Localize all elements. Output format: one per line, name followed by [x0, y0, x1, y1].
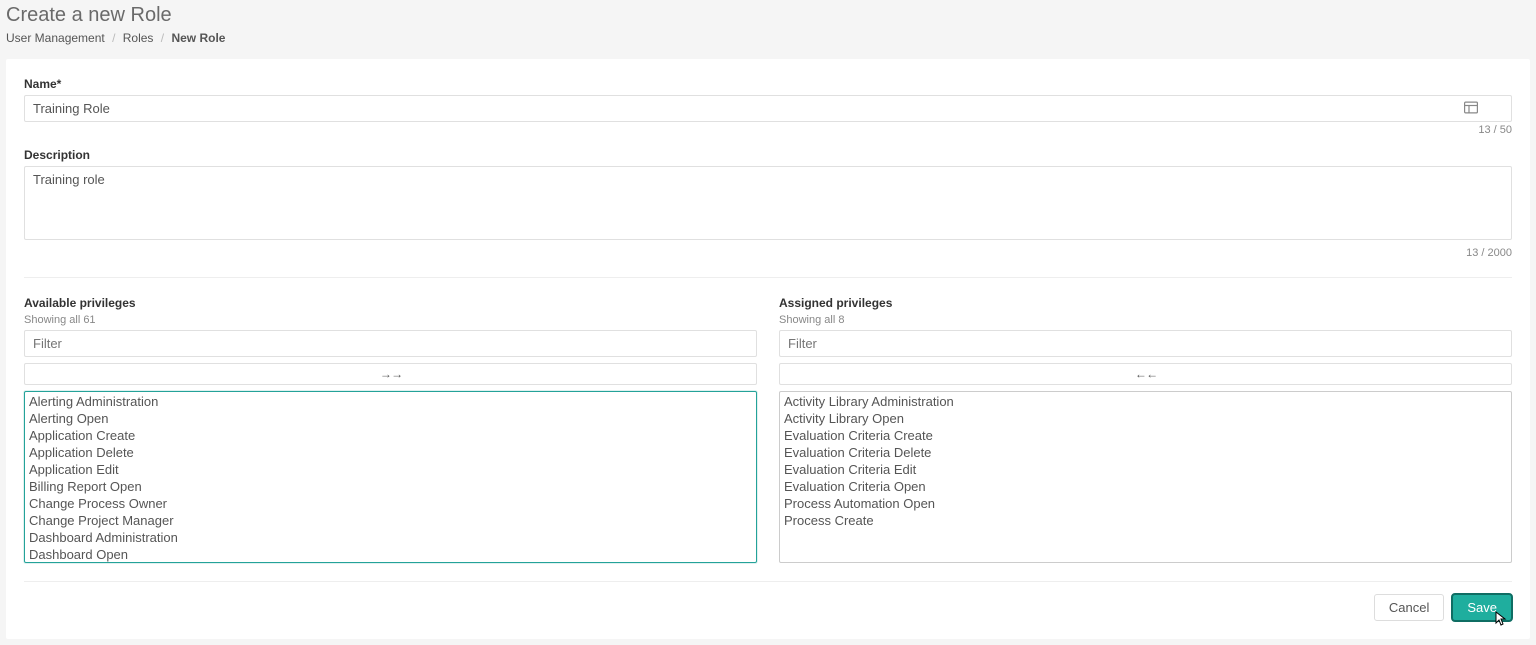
breadcrumb-l2[interactable]: Roles — [123, 31, 154, 45]
available-privileges-panel: Available privileges Showing all 61 → → … — [24, 296, 757, 563]
list-item[interactable]: Activity Library Administration — [782, 393, 1509, 410]
page-title: Create a new Role — [6, 4, 1530, 27]
assigned-listbox[interactable]: Activity Library AdministrationActivity … — [779, 391, 1512, 563]
cancel-button[interactable]: Cancel — [1374, 594, 1444, 621]
breadcrumb-l1[interactable]: User Management — [6, 31, 105, 45]
available-label: Available privileges — [24, 296, 757, 310]
name-input[interactable] — [24, 95, 1512, 122]
divider — [24, 277, 1512, 278]
list-item[interactable]: Evaluation Criteria Edit — [782, 461, 1509, 478]
assigned-showing: Showing all 8 — [779, 314, 1512, 326]
list-item[interactable]: Activity Library Open — [782, 410, 1509, 427]
list-item[interactable]: Process Automation Open — [782, 495, 1509, 512]
list-item[interactable]: Alerting Administration — [27, 393, 754, 410]
available-filter-input[interactable] — [24, 330, 757, 357]
description-counter: 13 / 2000 — [24, 247, 1512, 259]
list-item[interactable]: Billing Report Open — [27, 478, 754, 495]
breadcrumb-sep: / — [112, 31, 115, 45]
list-item[interactable]: Evaluation Criteria Delete — [782, 444, 1509, 461]
available-showing: Showing all 61 — [24, 314, 757, 326]
name-counter: 13 / 50 — [24, 124, 1512, 136]
name-label: Name* — [24, 77, 1512, 91]
list-item[interactable]: Application Delete — [27, 444, 754, 461]
list-item[interactable]: Evaluation Criteria Create — [782, 427, 1509, 444]
list-item[interactable]: Alerting Open — [27, 410, 754, 427]
move-left-button[interactable]: ← ← — [779, 363, 1512, 385]
save-button-label: Save — [1467, 600, 1497, 615]
list-item[interactable]: Process Create — [782, 512, 1509, 529]
description-input[interactable]: Training role — [24, 166, 1512, 240]
list-item[interactable]: Dashboard Administration — [27, 529, 754, 546]
assigned-privileges-panel: Assigned privileges Showing all 8 ← ← Ac… — [779, 296, 1512, 563]
list-item[interactable]: Change Process Owner — [27, 495, 754, 512]
assigned-label: Assigned privileges — [779, 296, 1512, 310]
save-button[interactable]: Save — [1452, 594, 1512, 621]
description-label: Description — [24, 148, 1512, 162]
list-item[interactable]: Dashboard Open — [27, 546, 754, 563]
breadcrumb-l3: New Role — [171, 31, 225, 45]
list-item[interactable]: Evaluation Criteria Open — [782, 478, 1509, 495]
available-listbox[interactable]: Alerting AdministrationAlerting OpenAppl… — [24, 391, 757, 563]
move-right-button[interactable]: → → — [24, 363, 757, 385]
breadcrumb: User Management / Roles / New Role — [6, 31, 1530, 45]
breadcrumb-sep: / — [161, 31, 164, 45]
list-item[interactable]: Application Edit — [27, 461, 754, 478]
list-item[interactable]: Change Project Manager — [27, 512, 754, 529]
form-card: Name* 13 / 50 Description Training role … — [6, 59, 1530, 639]
assigned-filter-input[interactable] — [779, 330, 1512, 357]
list-item[interactable]: Application Create — [27, 427, 754, 444]
divider — [24, 581, 1512, 582]
